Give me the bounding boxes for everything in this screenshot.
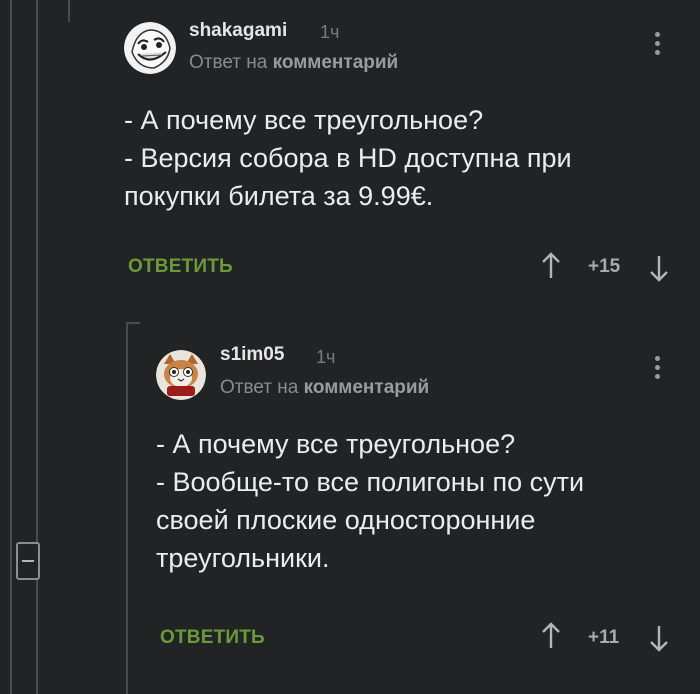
username[interactable]: shakagami xyxy=(189,20,287,42)
reply-target-link[interactable]: комментарий xyxy=(273,52,399,73)
reply-reference: Ответ на комментарий xyxy=(189,52,398,74)
username[interactable]: s1im05 xyxy=(220,344,284,366)
more-options-icon[interactable] xyxy=(655,32,661,59)
timestamp: 1ч xyxy=(316,347,336,367)
arrow-down-icon[interactable] xyxy=(648,624,670,652)
reply-reference: Ответ на комментарий xyxy=(220,377,429,399)
vote-score: +11 xyxy=(588,627,620,648)
cat-avatar-icon[interactable] xyxy=(156,350,206,400)
more-options-icon[interactable] xyxy=(655,356,661,383)
collapse-thread-button[interactable] xyxy=(16,542,40,580)
arrow-down-icon[interactable] xyxy=(648,254,670,282)
arrow-up-icon[interactable] xyxy=(540,622,562,650)
comment-text: - А почему все треугольное? - Вообще-то … xyxy=(156,425,584,577)
comment-line: - А почему все треугольное? xyxy=(156,429,516,459)
comment-line: - Вообще-то все полигоны по сути xyxy=(156,467,585,497)
reply-prefix: Ответ на xyxy=(189,52,268,73)
vote-score: +15 xyxy=(588,256,621,277)
thread-line xyxy=(68,0,70,22)
comment-line: - Версия собора в HD доступна при xyxy=(124,143,572,173)
trollface-avatar-icon[interactable] xyxy=(124,22,176,74)
comment-line: - А почему все треугольное? xyxy=(124,105,484,135)
reply-target-link[interactable]: комментарий xyxy=(304,377,430,398)
minus-icon xyxy=(22,560,34,562)
thread-line xyxy=(10,0,12,694)
comment-line: треугольники. xyxy=(156,543,330,573)
timestamp: 1ч xyxy=(320,22,340,42)
reply-button[interactable]: ОТВЕТИТЬ xyxy=(128,256,233,278)
reply-prefix: Ответ на xyxy=(220,377,299,398)
thread-line xyxy=(126,322,128,694)
arrow-up-icon[interactable] xyxy=(540,252,562,280)
comment-text: - А почему все треугольное? - Версия соб… xyxy=(124,101,572,215)
comment-line: своей плоские односторонние xyxy=(156,505,536,535)
reply-button[interactable]: ОТВЕТИТЬ xyxy=(160,627,265,649)
thread-line xyxy=(36,0,38,694)
comment-line: покупки билета за 9.99€. xyxy=(124,181,434,211)
thread-connector xyxy=(126,322,140,324)
